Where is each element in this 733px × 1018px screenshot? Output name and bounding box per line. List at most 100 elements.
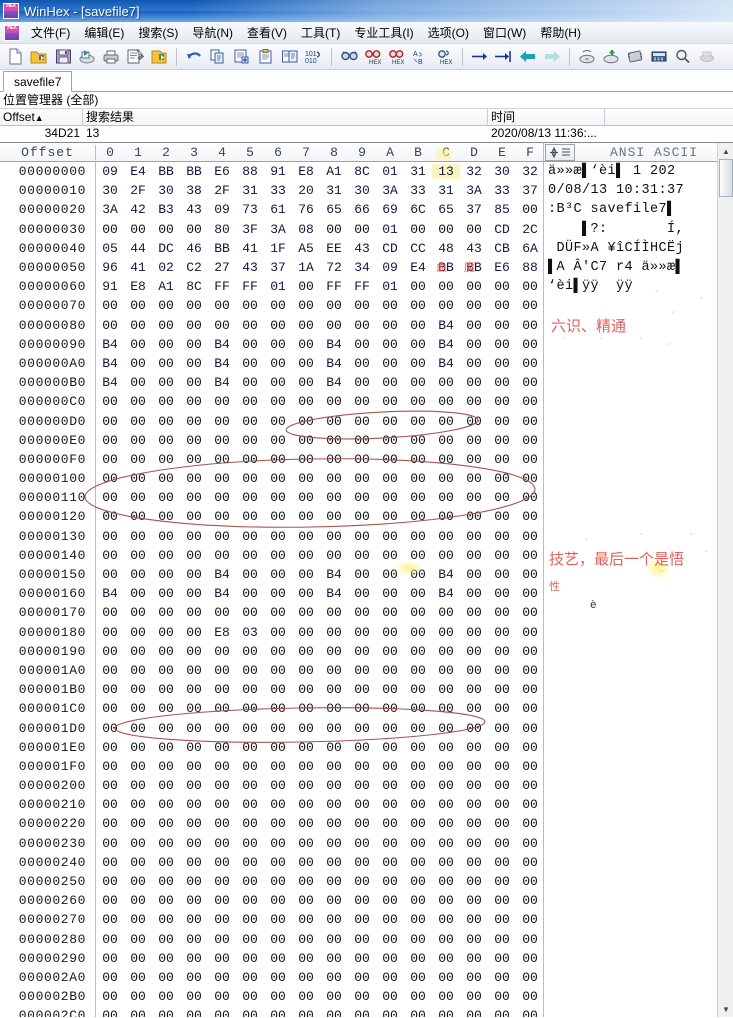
- hex-byte[interactable]: 00: [292, 625, 320, 640]
- hex-byte[interactable]: 00: [180, 1008, 208, 1017]
- hex-byte[interactable]: 00: [460, 529, 488, 544]
- hex-byte[interactable]: 00: [516, 414, 544, 429]
- hex-byte[interactable]: 09: [208, 202, 236, 217]
- hex-byte[interactable]: 00: [292, 721, 320, 736]
- menu-tools[interactable]: 工具(T): [294, 22, 347, 43]
- hex-byte[interactable]: 00: [96, 816, 124, 831]
- hex-byte[interactable]: 80: [208, 222, 236, 237]
- magnifier-icon[interactable]: [672, 46, 694, 68]
- hex-byte[interactable]: 00: [264, 529, 292, 544]
- ascii-row[interactable]: [544, 450, 733, 469]
- hex-byte[interactable]: 00: [96, 912, 124, 927]
- hex-byte[interactable]: 00: [488, 375, 516, 390]
- hex-byte[interactable]: 88: [236, 164, 264, 179]
- hex-byte[interactable]: BB: [180, 164, 208, 179]
- hex-byte[interactable]: 00: [208, 490, 236, 505]
- hex-byte[interactable]: 00: [516, 682, 544, 697]
- hex-byte[interactable]: 00: [96, 509, 124, 524]
- hex-byte[interactable]: 00: [432, 740, 460, 755]
- hex-byte[interactable]: BB: [432, 260, 460, 275]
- hex-byte[interactable]: 00: [488, 279, 516, 294]
- open-ram-icon[interactable]: [148, 46, 170, 68]
- properties-icon[interactable]: [124, 46, 146, 68]
- ascii-row[interactable]: [544, 546, 733, 565]
- hex-byte[interactable]: 00: [376, 759, 404, 774]
- hex-row[interactable]: 00000170 00 00 00 00 00 00 00 00 00 00 00 00 00 00 00 00: [0, 603, 543, 623]
- hex-byte[interactable]: 00: [96, 222, 124, 237]
- hex-byte[interactable]: 00: [404, 509, 432, 524]
- hex-byte[interactable]: 00: [180, 414, 208, 429]
- hex-byte[interactable]: 00: [404, 644, 432, 659]
- hex-byte[interactable]: 00: [292, 797, 320, 812]
- hex-byte[interactable]: 31: [404, 164, 432, 179]
- hex-byte[interactable]: 00: [292, 298, 320, 313]
- hex-byte[interactable]: 00: [376, 644, 404, 659]
- ascii-row[interactable]: [544, 661, 733, 680]
- hex-byte[interactable]: 00: [348, 548, 376, 563]
- hex-byte[interactable]: 00: [180, 509, 208, 524]
- hex-byte[interactable]: 00: [488, 586, 516, 601]
- hex-byte[interactable]: 00: [208, 682, 236, 697]
- hex-byte[interactable]: 00: [432, 471, 460, 486]
- hex-byte[interactable]: 00: [376, 318, 404, 333]
- hex-byte[interactable]: 00: [460, 471, 488, 486]
- hex-byte[interactable]: 00: [516, 797, 544, 812]
- hex-row[interactable]: 000000C0 00 00 00 00 00 00 00 00 00 00 00 00 00 00 00 00: [0, 392, 543, 412]
- hex-byte[interactable]: 00: [432, 625, 460, 640]
- menu-specialist-tools[interactable]: 专业工具(I): [347, 22, 420, 43]
- hex-byte[interactable]: 00: [124, 337, 152, 352]
- hex-byte[interactable]: 00: [152, 797, 180, 812]
- hex-byte[interactable]: 00: [124, 433, 152, 448]
- hex-byte[interactable]: 00: [432, 548, 460, 563]
- hex-byte[interactable]: 00: [516, 855, 544, 870]
- hex-byte[interactable]: 00: [404, 893, 432, 908]
- hex-byte[interactable]: 00: [488, 893, 516, 908]
- hex-byte[interactable]: B4: [208, 586, 236, 601]
- hex-byte[interactable]: 00: [264, 586, 292, 601]
- ascii-row[interactable]: [544, 335, 733, 354]
- hex-byte[interactable]: 00: [292, 375, 320, 390]
- hex-byte[interactable]: 00: [236, 375, 264, 390]
- hex-byte[interactable]: 00: [208, 759, 236, 774]
- hex-byte[interactable]: 00: [376, 893, 404, 908]
- hex-byte[interactable]: 00: [404, 318, 432, 333]
- hex-byte[interactable]: 00: [320, 951, 348, 966]
- hex-row[interactable]: 00000110 00 00 00 00 00 00 00 00 00 00 00 00 00 00 00 00: [0, 488, 543, 508]
- hex-byte[interactable]: 00: [516, 548, 544, 563]
- hex-byte[interactable]: 00: [488, 855, 516, 870]
- hex-byte[interactable]: 00: [348, 605, 376, 620]
- hex-byte[interactable]: 00: [180, 663, 208, 678]
- hex-byte[interactable]: B4: [432, 567, 460, 582]
- menu-file[interactable]: 文件(F): [24, 22, 77, 43]
- hex-byte[interactable]: E4: [124, 164, 152, 179]
- hex-byte[interactable]: 00: [208, 663, 236, 678]
- hex-byte[interactable]: 00: [488, 721, 516, 736]
- hex-byte[interactable]: 00: [376, 490, 404, 505]
- menu-help[interactable]: 帮助(H): [533, 22, 588, 43]
- hex-byte[interactable]: 00: [264, 414, 292, 429]
- hex-byte[interactable]: 00: [348, 433, 376, 448]
- hex-byte[interactable]: 00: [152, 932, 180, 947]
- hex-byte[interactable]: 69: [376, 202, 404, 217]
- hex-row[interactable]: 00000290 00 00 00 00 00 00 00 00 00 00 00 00 00 00 00 00: [0, 948, 543, 968]
- hex-byte[interactable]: 00: [180, 567, 208, 582]
- hex-byte[interactable]: 00: [124, 586, 152, 601]
- hex-byte[interactable]: 00: [488, 874, 516, 889]
- hex-byte[interactable]: 00: [320, 433, 348, 448]
- hex-byte[interactable]: 41: [124, 260, 152, 275]
- hex-byte[interactable]: 00: [264, 855, 292, 870]
- hex-byte[interactable]: 00: [208, 394, 236, 409]
- hex-byte[interactable]: 00: [208, 298, 236, 313]
- hex-byte[interactable]: 00: [180, 337, 208, 352]
- hex-byte[interactable]: 00: [152, 912, 180, 927]
- hex-byte[interactable]: 00: [236, 874, 264, 889]
- hex-byte[interactable]: 00: [460, 989, 488, 1004]
- hex-byte[interactable]: 00: [404, 279, 432, 294]
- hex-row[interactable]: 00000090 B4 00 00 00 B4 00 00 00 B4 00 00 00 B4 00 00 00: [0, 334, 543, 354]
- hex-byte[interactable]: 00: [264, 912, 292, 927]
- hex-byte[interactable]: 00: [460, 509, 488, 524]
- hex-byte[interactable]: 00: [96, 989, 124, 1004]
- hex-byte[interactable]: 00: [432, 816, 460, 831]
- hex-byte[interactable]: 00: [320, 1008, 348, 1017]
- undo-icon[interactable]: [183, 46, 205, 68]
